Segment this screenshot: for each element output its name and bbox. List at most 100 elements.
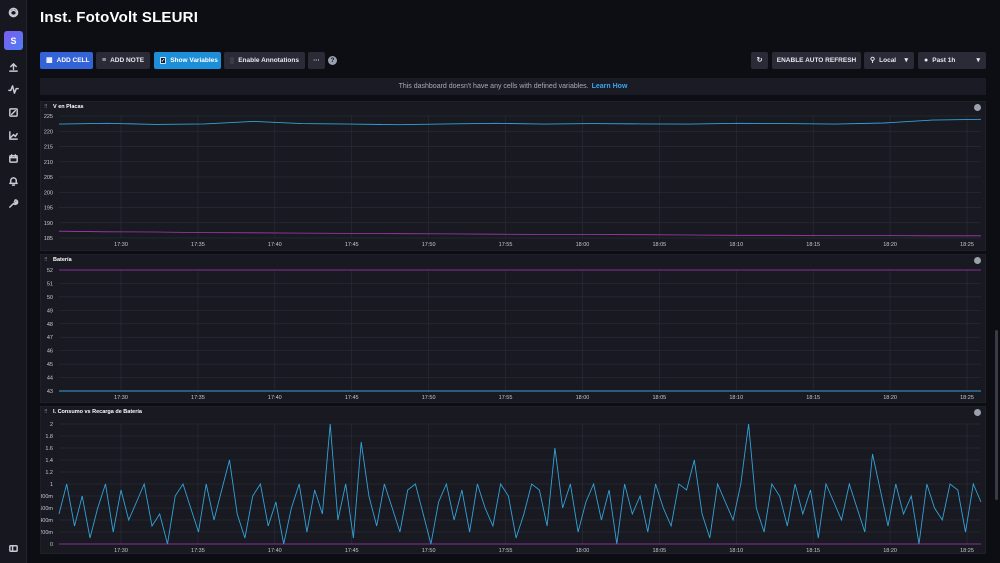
add-note-button[interactable]: ≡ ADD NOTE: [96, 52, 150, 69]
avatar[interactable]: S: [4, 31, 23, 50]
x-tick-label: 17:40: [268, 242, 282, 248]
x-tick-label: 18:00: [576, 548, 590, 554]
enable-annotations-toggle[interactable]: Enable Annotations: [224, 52, 305, 69]
calendar-icon[interactable]: [6, 151, 21, 166]
y-tick-label: 190: [44, 221, 53, 227]
x-tick-label: 18:05: [652, 395, 666, 401]
y-tick-label: 1.8: [45, 434, 53, 440]
refresh-icon: ↻: [756, 57, 763, 64]
dashboard-app: S Inst. FotoVolt SLEURI ▦ ADD CELL ≡ ADD…: [0, 0, 1000, 563]
y-tick-label: 220: [44, 129, 53, 135]
collapse-icon[interactable]: [6, 541, 21, 556]
x-tick-label: 17:30: [114, 395, 128, 401]
time-range-dropdown[interactable]: ● Past 1h ▾: [918, 52, 986, 69]
y-tick-label: 185: [44, 236, 53, 242]
influx-logo-icon[interactable]: [6, 5, 21, 20]
x-tick-label: 18:20: [883, 548, 897, 554]
edit-icon[interactable]: [6, 105, 21, 120]
y-tick-label: 52: [47, 268, 53, 274]
y-tick-label: 48: [47, 322, 53, 328]
wrench-icon[interactable]: [6, 196, 21, 211]
y-tick-label: 225: [44, 114, 53, 120]
cell-bateria[interactable]: ⠿ Batería 52 51 50 49 48 47 46 45 44 43 17:30 17:35…: [40, 254, 986, 403]
x-tick-label: 17:50: [422, 242, 436, 248]
x-tick-label: 17:45: [345, 242, 359, 248]
y-tick-label: 44: [47, 376, 53, 382]
x-tick-label: 17:30: [114, 242, 128, 248]
x-tick-label: 18:25: [960, 548, 974, 554]
y-tick-label: 47: [47, 335, 53, 341]
more-options-button[interactable]: ···: [308, 52, 325, 69]
y-tick-label: 200: [44, 190, 53, 196]
y-tick-label: 46: [47, 349, 53, 355]
y-tick-label: 50: [47, 295, 53, 301]
y-tick-label: 49: [47, 308, 53, 314]
y-tick-label: 1.6: [45, 446, 53, 452]
bell-icon[interactable]: [6, 174, 21, 189]
x-tick-label: 17:55: [499, 242, 513, 248]
help-icon[interactable]: ?: [328, 56, 337, 65]
grid-icon: ▦: [46, 57, 53, 64]
x-tick-label: 17:50: [422, 548, 436, 554]
y-tick-label: 0: [50, 542, 53, 548]
checkbox-unchecked-icon: [230, 57, 235, 64]
variables-info-bar: This dashboard doesn't have any cells wi…: [40, 78, 986, 95]
show-variables-toggle[interactable]: ✓ Show Variables: [154, 52, 221, 69]
x-tick-label: 17:45: [345, 395, 359, 401]
info-message: This dashboard doesn't have any cells wi…: [398, 83, 589, 90]
y-tick-label: 210: [44, 160, 53, 166]
series-line-1: [58, 118, 982, 126]
x-tick-label: 18:00: [576, 242, 590, 248]
x-tick-label: 18:15: [806, 395, 820, 401]
x-tick-label: 17:30: [114, 548, 128, 554]
chart-consumo-recarga: 2 1.8 1.6 1.4 1.2 1 800m 600m 400m 200m 0 17:30 17:3…: [41, 422, 982, 554]
activity-icon[interactable]: [6, 82, 21, 97]
y-tick-label: 1.2: [45, 470, 53, 476]
x-tick-label: 17:40: [268, 548, 282, 554]
chart-icon[interactable]: [6, 128, 21, 143]
pin-icon: ⚲: [870, 57, 876, 64]
x-tick-label: 18:05: [652, 242, 666, 248]
page-title: Inst. FotoVolt SLEURI: [40, 9, 199, 26]
x-tick-label: 17:35: [191, 548, 205, 554]
checkbox-checked-icon: ✓: [160, 57, 167, 64]
cell-consumo-recarga[interactable]: ⠿ I. Consumo vs Recarga de Batería 2 1.8 1…: [40, 406, 986, 554]
y-tick-label: 45: [47, 362, 53, 368]
timezone-dropdown[interactable]: ⚲ Local ▾: [864, 52, 914, 69]
x-tick-label: 17:50: [422, 395, 436, 401]
add-cell-button[interactable]: ▦ ADD CELL: [40, 52, 93, 69]
y-tick-label: 43: [47, 389, 53, 395]
x-tick-label: 17:45: [345, 548, 359, 554]
learn-how-link[interactable]: Learn How: [592, 83, 628, 90]
x-tick-label: 17:35: [191, 395, 205, 401]
y-tick-label: 2: [50, 422, 53, 428]
y-tick-label: 215: [44, 145, 53, 151]
chart-bateria: 52 51 50 49 48 47 46 45 44 43 17:30 17:35 17:40 17:45…: [47, 268, 981, 401]
y-tick-label: 200m: [41, 530, 53, 536]
x-tick-label: 18:10: [729, 548, 743, 554]
note-icon: ≡: [102, 57, 107, 64]
x-tick-label: 18:10: [729, 395, 743, 401]
series-line-2: [58, 230, 981, 237]
y-tick-label: 1: [50, 482, 53, 488]
upload-icon[interactable]: [6, 60, 21, 75]
x-tick-label: 17:35: [191, 242, 205, 248]
cell-v-en-placas[interactable]: ⠿ V en Placas 225 220 215 210 205 200 195 190 18…: [40, 101, 986, 251]
x-tick-label: 17:55: [499, 395, 513, 401]
x-tick-label: 18:00: [576, 395, 590, 401]
auto-refresh-button[interactable]: ENABLE AUTO REFRESH: [772, 52, 861, 69]
clock-dot-icon: ●: [924, 57, 929, 64]
caret-down-icon: ▾: [904, 57, 908, 64]
scrollbar[interactable]: [995, 330, 998, 500]
x-tick-label: 18:15: [806, 242, 820, 248]
x-tick-label: 18:05: [652, 548, 666, 554]
caret-down-icon: ▾: [976, 57, 980, 64]
x-tick-label: 18:10: [729, 242, 743, 248]
sidebar-nav: S: [0, 0, 27, 563]
refresh-button[interactable]: ↻: [751, 52, 768, 69]
x-tick-label: 18:25: [960, 242, 974, 248]
x-tick-label: 17:55: [499, 548, 513, 554]
y-tick-label: 205: [44, 175, 53, 181]
y-tick-label: 1.4: [45, 458, 53, 464]
chart-v-en-placas: 225 220 215 210 205 200 195 190 185 17:30 17:35 17:…: [44, 114, 982, 248]
